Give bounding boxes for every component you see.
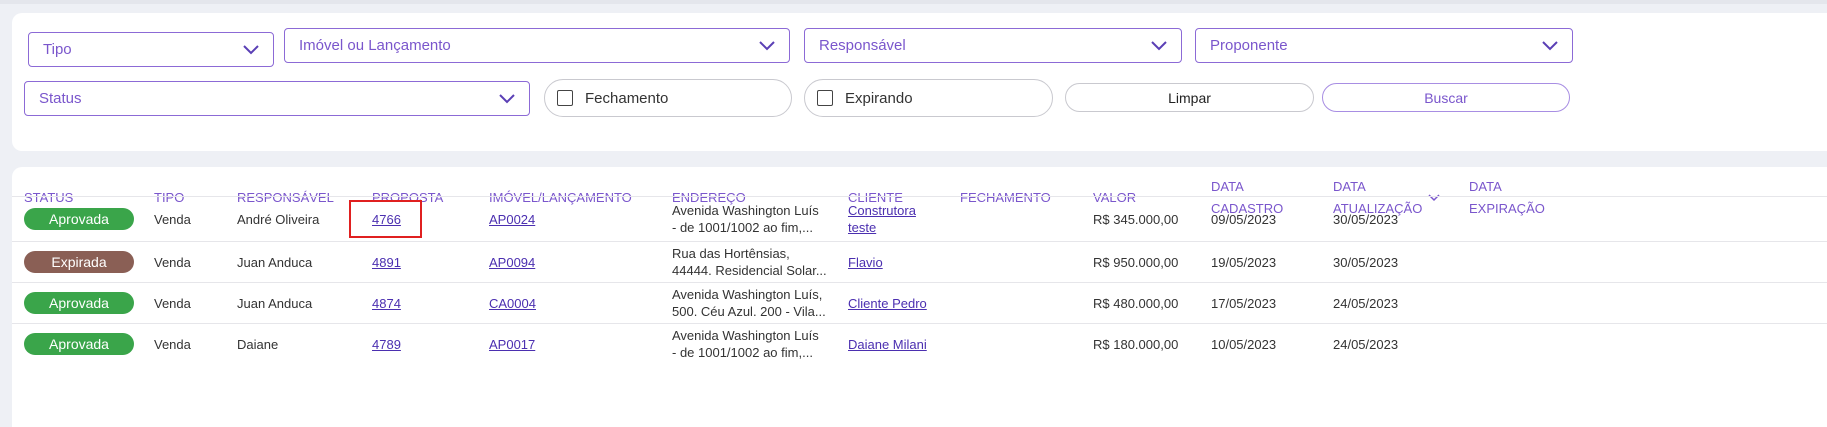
endereco-line1: Rua das Hortênsias, (672, 246, 790, 261)
status-cell: Expirada (24, 242, 134, 282)
data-cadastro-cell: 19/05/2023 (1211, 254, 1277, 270)
cliente-link[interactable]: Construtora (848, 202, 916, 219)
endereco-cell: Avenida Washington Luís - de 1001/1002 a… (672, 324, 819, 364)
imovel-select-label: Imóvel ou Lançamento (299, 37, 451, 54)
row-divider (12, 196, 1827, 197)
table-row[interactable]: Aprovada Venda Juan Anduca 4874 CA0004 A… (12, 283, 1827, 323)
header-data-atualizacao-line1: DATA (1333, 179, 1366, 194)
chevron-down-icon (1542, 40, 1558, 50)
imovel-link[interactable]: AP0017 (489, 337, 535, 352)
responsavel-select-label: Responsável (819, 37, 906, 54)
proposta-cell: 4789 (372, 324, 401, 364)
fechamento-checkbox[interactable]: Fechamento (544, 79, 792, 117)
filters-panel: Tipo Imóvel ou Lançamento Responsável Pr… (12, 13, 1827, 151)
status-select[interactable]: Status (24, 81, 530, 116)
endereco-line2: - de 1001/1002 ao fim,... (672, 345, 813, 360)
cliente-link-line2[interactable]: teste (848, 219, 876, 236)
data-cadastro-cell: 17/05/2023 (1211, 295, 1277, 311)
chevron-down-icon (1151, 40, 1167, 50)
checkbox-icon[interactable] (557, 90, 573, 106)
data-cadastro-cell: 09/05/2023 (1211, 211, 1277, 227)
cliente-cell: Cliente Pedro (848, 283, 927, 323)
endereco-line2: 500. Céu Azul. 200 - Vila... (672, 304, 826, 319)
responsavel-cell: Juan Anduca (237, 295, 313, 311)
header-data-expiracao-line1: DATA (1469, 179, 1502, 194)
status-badge: Expirada (24, 251, 134, 273)
endereco-line2: - de 1001/1002 ao fim,... (672, 220, 813, 235)
valor-cell: R$ 950.000,00 (1093, 254, 1179, 270)
chevron-down-icon (759, 40, 775, 50)
imovel-cell: AP0017 (489, 324, 535, 364)
tipo-cell: Venda (154, 336, 191, 352)
imovel-cell: AP0024 (489, 198, 535, 240)
proposta-link[interactable]: 4891 (372, 255, 401, 270)
tipo-cell: Venda (154, 295, 191, 311)
tipo-cell: Venda (154, 211, 191, 227)
status-cell: Aprovada (24, 283, 134, 323)
imovel-link[interactable]: AP0094 (489, 255, 535, 270)
status-cell: Aprovada (24, 324, 134, 364)
endereco-cell: Avenida Washington Luís, 500. Céu Azul. … (672, 283, 826, 323)
proposals-table: STATUS TIPO RESPONSÁVEL PROPOSTA IMÓVEL/… (12, 167, 1827, 427)
chevron-down-icon (243, 44, 259, 54)
status-badge: Aprovada (24, 333, 134, 355)
imovel-cell: AP0094 (489, 242, 535, 282)
tipo-select-label: Tipo (43, 41, 72, 58)
endereco-cell: Rua das Hortênsias, 44444. Residencial S… (672, 242, 827, 282)
data-atualizacao-cell: 30/05/2023 (1333, 211, 1399, 227)
responsavel-select[interactable]: Responsável (804, 28, 1182, 63)
valor-cell: R$ 480.000,00 (1093, 295, 1179, 311)
expirando-label: Expirando (845, 89, 913, 107)
cliente-link[interactable]: Flavio (848, 255, 883, 270)
data-atualizacao-cell: 30/05/2023 (1333, 254, 1399, 270)
data-cadastro-cell: 10/05/2023 (1211, 336, 1277, 352)
cliente-cell: Flavio (848, 242, 883, 282)
table-row[interactable]: Expirada Venda Juan Anduca 4891 AP0094 R… (12, 242, 1827, 282)
tipo-cell: Venda (154, 254, 191, 270)
endereco-line1: Avenida Washington Luís (672, 328, 819, 343)
table-row[interactable]: Aprovada Venda André Oliveira 4766 AP002… (12, 198, 1827, 240)
proposta-link[interactable]: 4874 (372, 296, 401, 311)
cliente-cell: Daiane Milani (848, 324, 927, 364)
endereco-cell: Avenida Washington Luís - de 1001/1002 a… (672, 198, 819, 240)
responsavel-cell: André Oliveira (237, 211, 320, 227)
valor-cell: R$ 180.000,00 (1093, 336, 1179, 352)
proposta-cell: 4891 (372, 242, 401, 282)
proponente-select[interactable]: Proponente (1195, 28, 1573, 63)
top-bar (0, 0, 1827, 4)
header-data-cadastro-line1: DATA (1211, 179, 1244, 194)
endereco-line1: Avenida Washington Luís, (672, 287, 823, 302)
status-cell: Aprovada (24, 198, 134, 240)
status-select-label: Status (39, 90, 82, 107)
checkbox-icon[interactable] (817, 90, 833, 106)
cliente-link[interactable]: Cliente Pedro (848, 296, 927, 311)
cliente-cell: Construtora teste (848, 198, 916, 240)
tipo-select[interactable]: Tipo (28, 32, 274, 67)
endereco-line2: 44444. Residencial Solar... (672, 263, 827, 278)
proponente-select-label: Proponente (1210, 37, 1288, 54)
imovel-link[interactable]: AP0024 (489, 212, 535, 227)
buscar-button[interactable]: Buscar (1322, 83, 1570, 112)
table-row[interactable]: Aprovada Venda Daiane 4789 AP0017 Avenid… (12, 324, 1827, 364)
endereco-line1: Avenida Washington Luís (672, 203, 819, 218)
imovel-link[interactable]: CA0004 (489, 296, 536, 311)
imovel-cell: CA0004 (489, 283, 536, 323)
expirando-checkbox[interactable]: Expirando (804, 79, 1053, 117)
status-badge: Aprovada (24, 208, 134, 230)
imovel-select[interactable]: Imóvel ou Lançamento (284, 28, 790, 63)
data-atualizacao-cell: 24/05/2023 (1333, 336, 1399, 352)
limpar-button[interactable]: Limpar (1065, 83, 1314, 112)
cliente-link[interactable]: Daiane Milani (848, 337, 927, 352)
responsavel-cell: Daiane (237, 336, 279, 352)
chevron-down-icon (499, 93, 515, 103)
proposta-cell: 4874 (372, 283, 401, 323)
proposta-link[interactable]: 4789 (372, 337, 401, 352)
highlight-box (349, 200, 422, 238)
responsavel-cell: Juan Anduca (237, 254, 313, 270)
valor-cell: R$ 345.000,00 (1093, 211, 1179, 227)
status-badge: Aprovada (24, 292, 134, 314)
fechamento-label: Fechamento (585, 89, 669, 107)
data-atualizacao-cell: 24/05/2023 (1333, 295, 1399, 311)
